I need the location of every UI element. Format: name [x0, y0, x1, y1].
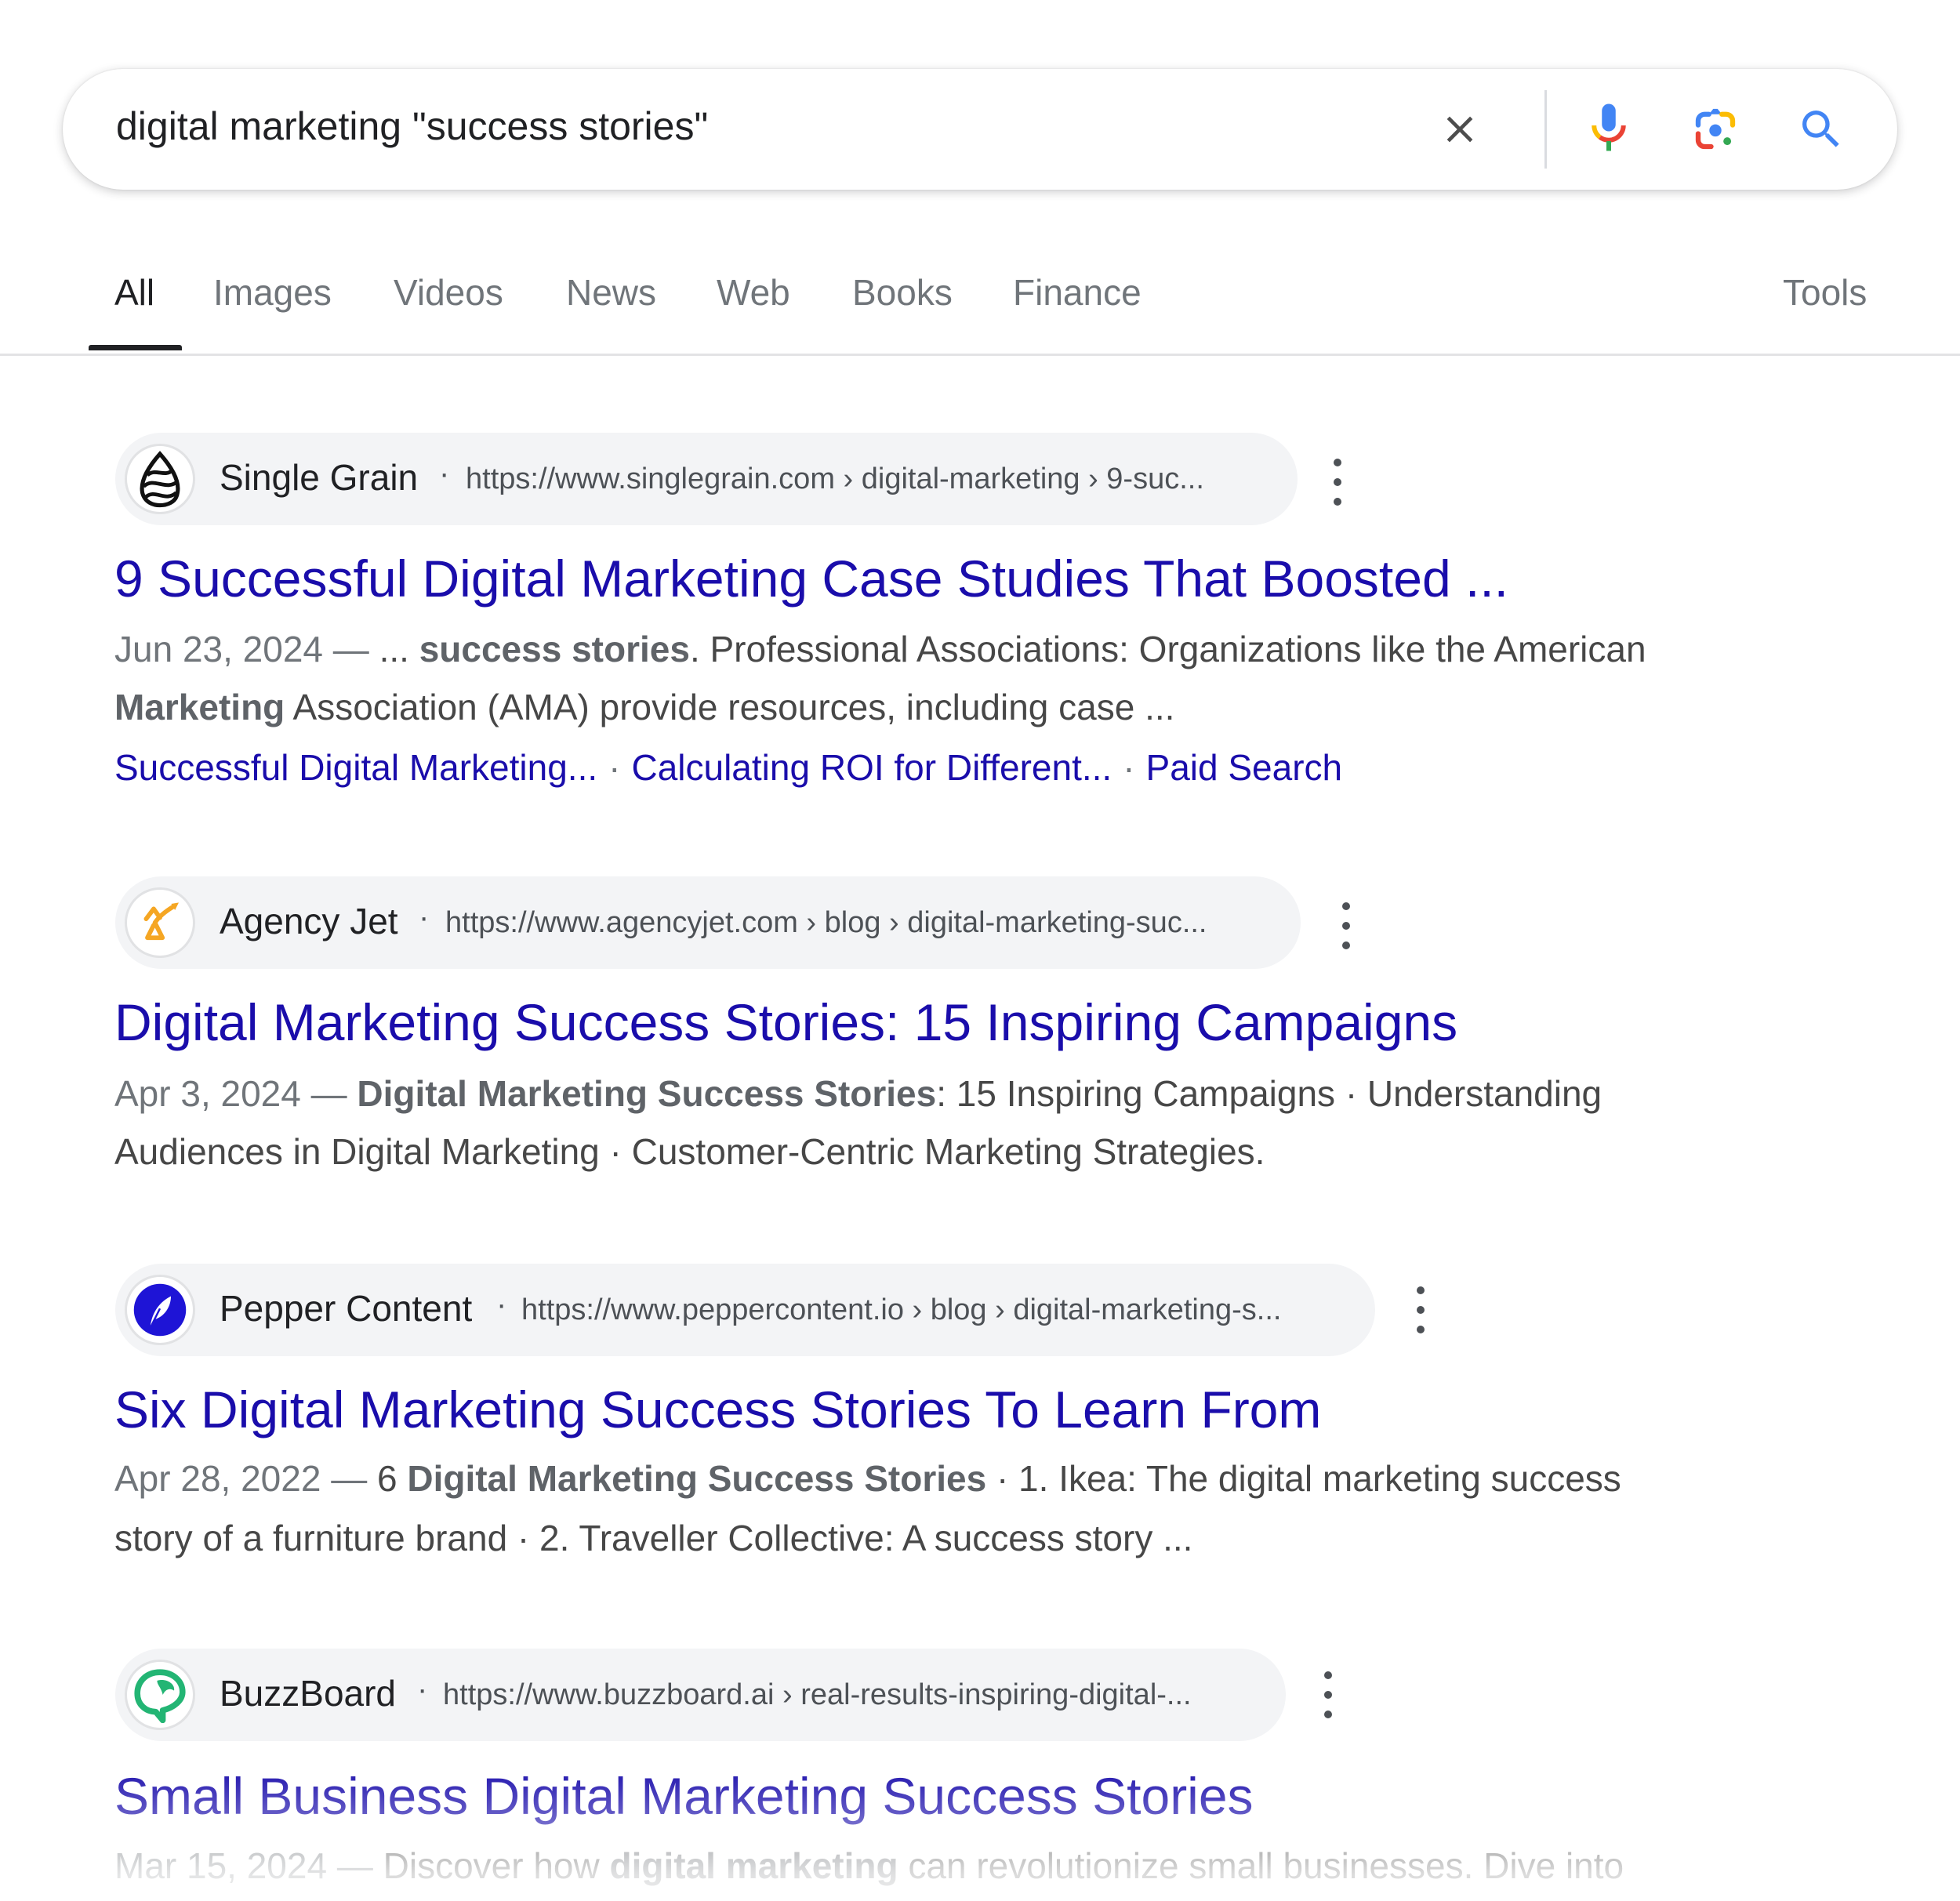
kebab-dot [1324, 1711, 1332, 1718]
result-snippet-line: Jun 23, 2024 — ... success stories. Prof… [114, 620, 1646, 678]
kebab-dot [1334, 498, 1341, 506]
result-date: Apr 28, 2022 — [114, 1458, 377, 1499]
snippet-highlight: Marketing [114, 687, 285, 727]
result-more-options-button[interactable] [1409, 1286, 1432, 1333]
result-snippet-line: story of a furniture brand · 2. Travelle… [114, 1509, 1192, 1567]
active-tab-indicator [89, 345, 182, 350]
separator-dot: · [419, 900, 430, 934]
result-title-link[interactable]: Digital Marketing Success Stories: 15 In… [114, 992, 1457, 1052]
snippet-text: · 1. Ikea: The digital marketing success [986, 1458, 1621, 1499]
result-source-chip[interactable]: BuzzBoard · https://www.buzzboard.ai › r… [115, 1649, 1286, 1741]
snippet-text: Association (AMA) provide resources, inc… [285, 687, 1175, 727]
separator-dot: · [417, 1672, 428, 1707]
tab-finance[interactable]: Finance [1013, 271, 1142, 314]
result-snippet-line: Apr 28, 2022 — 6 Digital Marketing Succe… [114, 1449, 1621, 1507]
kebab-dot [1342, 941, 1350, 949]
result-site-name: Agency Jet [220, 901, 398, 941]
voice-search-button[interactable] [1577, 98, 1640, 161]
search-box-divider [1544, 90, 1547, 169]
result-site-name: BuzzBoard [220, 1673, 397, 1714]
google-lens-button[interactable] [1684, 98, 1747, 161]
snippet-text: ... [379, 629, 419, 669]
kebab-dot [1342, 922, 1350, 930]
separator-dot: · [439, 456, 450, 491]
snippet-text: Discover how [383, 1845, 610, 1886]
search-icon [1802, 111, 1839, 147]
kebab-dot [1324, 1671, 1332, 1679]
separator-dot: · [1123, 747, 1135, 788]
clear-icon [1446, 116, 1473, 143]
result-site-name: Single Grain [220, 457, 419, 498]
snippet-highlight: Digital Marketing Success Stories [357, 1073, 937, 1114]
kebab-dot [1334, 478, 1341, 486]
result-url: https://www.peppercontent.io › blog › di… [521, 1293, 1282, 1326]
snippet-highlight: Digital Marketing Success Stories [407, 1458, 987, 1499]
result-title-link[interactable]: Small Business Digital Marketing Success… [114, 1766, 1254, 1826]
snippet-text: : 15 Inspiring Campaigns · Understanding [936, 1073, 1602, 1114]
tab-videos[interactable]: Videos [394, 271, 503, 314]
snippet-text: can revolutionize small businesses. Dive… [898, 1845, 1624, 1886]
search-box [63, 69, 1897, 190]
tab-all[interactable]: All [114, 271, 154, 314]
sitelink[interactable]: Paid Search [1146, 747, 1343, 788]
result-more-options-button[interactable] [1316, 1671, 1340, 1718]
result-date: Apr 3, 2024 — [114, 1073, 358, 1114]
result-source-chip[interactable]: Single Grain · https://www.singlegrain.c… [115, 433, 1298, 525]
result-more-options-button[interactable] [1334, 902, 1358, 949]
single-grain-favicon [125, 444, 195, 514]
result-title-link[interactable]: Six Digital Marketing Success Stories To… [114, 1380, 1321, 1439]
result-title-link[interactable]: 9 Successful Digital Marketing Case Stud… [114, 549, 1508, 608]
tabs-divider [0, 354, 1960, 356]
microphone-icon [1592, 103, 1626, 151]
separator-dot: · [608, 747, 621, 788]
result-date: Jun 23, 2024 — [114, 629, 379, 669]
snippet-highlight: success stories [419, 629, 690, 669]
pepper-content-favicon [125, 1275, 195, 1345]
search-submit-button[interactable] [1790, 98, 1853, 161]
result-url: https://www.buzzboard.ai › real-results-… [443, 1678, 1192, 1711]
snippet-text: . Professional Associations: Organizatio… [689, 629, 1646, 669]
tab-images[interactable]: Images [213, 271, 332, 314]
result-snippet-line: Mar 15, 2024 — Discover how digital mark… [114, 1837, 1624, 1895]
kebab-dot [1417, 1286, 1425, 1294]
result-source-chip[interactable]: Pepper Content · https://www.pepperconte… [115, 1264, 1375, 1356]
tab-news[interactable]: News [566, 271, 656, 314]
clear-search-button[interactable] [1428, 98, 1491, 161]
snippet-highlight: digital marketing [609, 1845, 898, 1886]
result-url: https://www.agencyjet.com › blog › digit… [445, 906, 1207, 939]
result-site-name: Pepper Content [220, 1288, 473, 1329]
sitelink[interactable]: Successful Digital Marketing... [114, 747, 597, 788]
snippet-text: Audiences in Digital Marketing · Custome… [114, 1131, 1265, 1172]
buzzboard-favicon [125, 1660, 195, 1730]
result-snippet-line: Marketing Association (AMA) provide reso… [114, 678, 1174, 736]
kebab-dot [1342, 902, 1350, 910]
tab-web[interactable]: Web [717, 271, 790, 314]
result-sitelinks: Successful Digital Marketing... · Calculat… [114, 746, 1342, 789]
result-snippet-line: Apr 3, 2024 — Digital Marketing Success … [114, 1065, 1602, 1123]
agency-jet-logo-icon [143, 902, 179, 941]
result-snippet-line: Audiences in Digital Marketing · Custome… [114, 1123, 1265, 1181]
snippet-text: 6 [376, 1458, 408, 1499]
search-input[interactable] [116, 103, 1370, 149]
google-lens-icon [1695, 108, 1736, 150]
kebab-dot [1417, 1306, 1425, 1314]
tab-books[interactable]: Books [852, 271, 953, 314]
result-more-options-button[interactable] [1326, 459, 1349, 506]
single-grain-logo-icon [140, 451, 180, 508]
buzzboard-logo-icon [134, 1669, 186, 1723]
kebab-dot [1334, 459, 1341, 466]
tools-button[interactable]: Tools [1783, 271, 1867, 314]
result-url: https://www.singlegrain.com › digital-ma… [466, 463, 1204, 495]
result-source-chip[interactable]: Agency Jet · https://www.agencyjet.com ›… [115, 876, 1301, 969]
sitelink[interactable]: Calculating ROI for Different... [631, 747, 1112, 788]
kebab-dot [1417, 1326, 1425, 1333]
result-date: Mar 15, 2024 — [114, 1845, 383, 1886]
snippet-text: story of a furniture brand · 2. Travelle… [114, 1518, 1193, 1558]
agency-jet-favicon [125, 887, 195, 958]
separator-dot: · [496, 1287, 507, 1322]
kebab-dot [1324, 1691, 1332, 1699]
pepper-content-logo-icon [133, 1283, 187, 1337]
